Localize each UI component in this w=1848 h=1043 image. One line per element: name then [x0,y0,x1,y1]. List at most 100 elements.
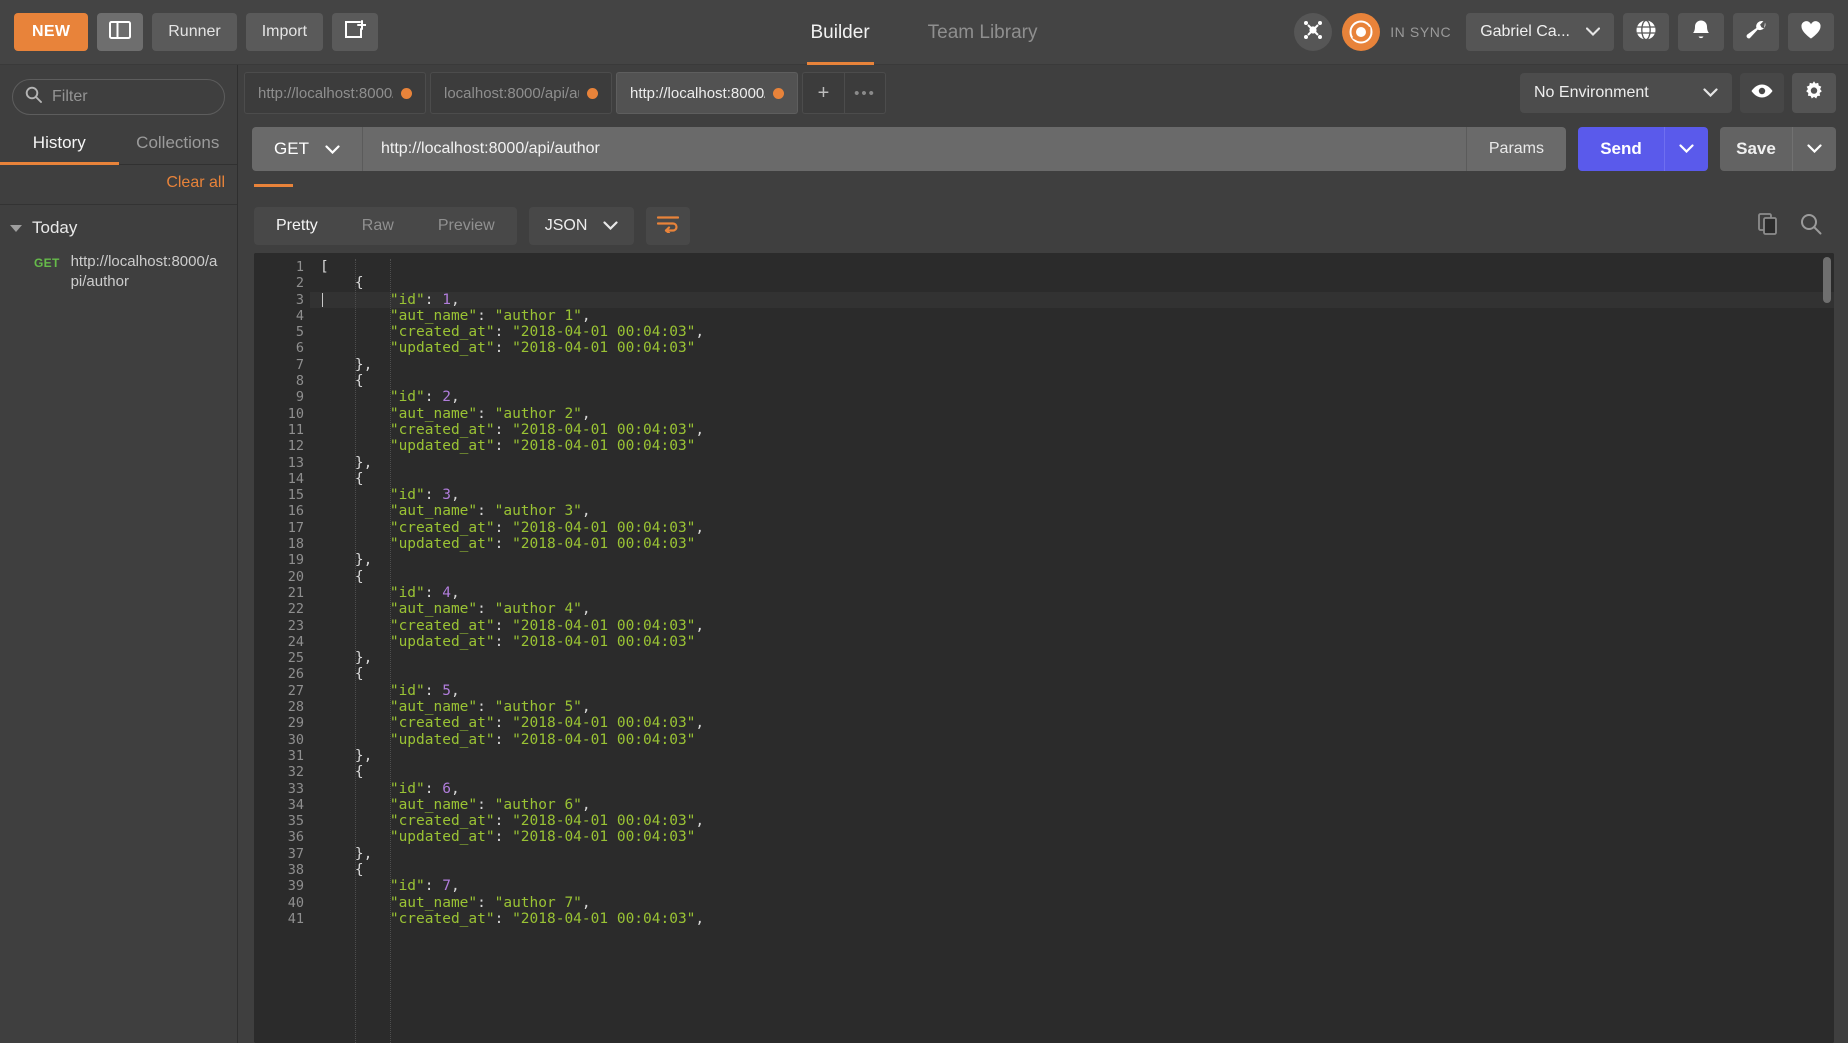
code-line: "created_at": "2018-04-01 00:04:03", [320,324,705,341]
clear-all-button[interactable]: Clear all [166,174,225,192]
view-mode-pretty[interactable]: Pretty [254,207,340,245]
line-number: 23 [287,617,304,634]
sidebar-tab-collections-label: Collections [136,133,220,152]
sidebar-tab-collections[interactable]: Collections [119,125,238,164]
line-number: 6 [295,340,304,357]
code-line: }, [320,454,373,471]
line-number: 33 [287,780,304,797]
list-item[interactable]: GET http://localhost:8000/api/author [0,246,237,300]
response-language-select[interactable]: JSON [528,207,635,245]
code-line: "id": 7, [320,878,460,895]
response-tab-cookies[interactable]: Cookies [321,177,410,187]
request-tab-1[interactable]: http://localhost:8000/ [244,72,426,114]
heart-icon [1800,20,1822,45]
sidebar-tab-history[interactable]: History [0,125,119,165]
response-tab-test-results[interactable]: Test Results [528,177,649,187]
view-mode-preview[interactable]: Preview [416,207,517,245]
response-format-toolbar: Pretty Raw Preview JSON [238,199,1848,253]
line-number: 38 [254,862,319,878]
history-group-today[interactable]: Today [0,205,237,246]
bug-report-button[interactable] [1294,13,1333,51]
new-window-plus-icon [344,19,368,45]
line-number: 30 [287,731,304,748]
response-tab-headers[interactable]: Headers (6) [410,177,528,187]
code-line: "aut_name": "author 3", [320,503,591,520]
request-tab-list: http://localhost:8000/ localhost:8000/ap… [244,72,1506,114]
code-line: "created_at": "2018-04-01 00:04:03", [320,910,705,927]
search-response-button[interactable] [1800,213,1822,240]
globe-button[interactable] [1623,13,1669,51]
code-line: }, [320,650,373,667]
copy-icon [1758,212,1778,240]
request-tab-3[interactable]: http://localhost:8000/ [616,72,798,114]
params-button[interactable]: Params [1465,127,1566,171]
eye-icon [1750,83,1774,104]
view-mode-raw[interactable]: Raw [340,207,416,245]
code-line: "updated_at": "2018-04-01 00:04:03" [320,633,696,650]
line-number: 36 [287,829,304,846]
environment-area: No Environment [1506,73,1848,113]
notifications-button[interactable] [1678,13,1724,51]
copy-response-button[interactable] [1758,212,1778,240]
response-tab-body[interactable]: Body [254,177,321,187]
import-button[interactable]: Import [245,13,324,51]
chevron-down-icon [1807,140,1822,158]
line-number: 17 [287,519,304,536]
globe-icon [1635,19,1657,46]
http-method-select[interactable]: GET [252,127,362,171]
word-wrap-toggle[interactable] [646,207,691,245]
environment-settings-button[interactable] [1792,73,1836,113]
environment-quick-look-button[interactable] [1740,73,1784,113]
history-group-label: Today [32,218,78,237]
app-body: History Collections Clear all Today GET … [0,65,1848,1043]
line-number: 15 [287,487,304,504]
url-input[interactable] [381,140,1448,158]
main-panel: http://localhost:8000/ localhost:8000/ap… [238,65,1848,1043]
postman-app-window: NEW Runner Import Builder Team Library I… [0,0,1848,1043]
code-line: "created_at": "2018-04-01 00:04:03", [320,421,705,438]
sidebar-layout-icon [109,20,132,44]
sidebar-toggle-button[interactable] [97,13,144,51]
response-body-editor[interactable]: 1 2 3 4 5 6 7 8 9 10 11 12 13 14 15 16 17 18 19 20 21 22 23 24 2… [254,253,1834,1043]
line-number: 10 [287,405,304,422]
save-button[interactable]: Save [1720,127,1792,171]
history-item-url: http://localhost:8000/api/author [70,253,218,290]
code-line: }, [320,552,373,569]
ellipsis-icon: ••• [854,84,876,102]
editor-scrollbar-thumb[interactable] [1823,257,1831,303]
save-options-button[interactable] [1792,127,1836,171]
code-line: "updated_at": "2018-04-01 00:04:03" [320,536,696,553]
environment-select[interactable]: No Environment [1520,73,1732,113]
save-button-label: Save [1736,139,1776,158]
runner-button[interactable]: Runner [152,13,237,51]
line-number: 16 [287,503,304,520]
favorites-button[interactable] [1788,13,1834,51]
tab-team-library[interactable]: Team Library [924,0,1042,65]
line-number: 2 [254,275,319,291]
code-line: "created_at": "2018-04-01 00:04:03", [320,813,705,830]
editor-code-surface[interactable]: [ { "id": 1, "aut_name": "author 1", "cr… [310,253,1834,1043]
request-tab-more-button[interactable]: ••• [844,72,886,114]
editor-vertical-scrollbar[interactable] [1823,257,1831,1039]
new-button[interactable]: NEW [14,13,89,51]
tab-builder[interactable]: Builder [806,0,874,65]
line-number: 9 [295,389,304,406]
code-line: { [320,764,364,781]
code-line: "aut_name": "author 5", [320,699,591,716]
code-line: "id": 6, [320,780,460,797]
user-menu-button[interactable]: Gabriel Ca... [1466,13,1614,51]
search-input[interactable] [52,88,212,106]
send-button[interactable]: Send [1578,127,1664,171]
request-tab-2[interactable]: localhost:8000/api/au [430,72,612,114]
filter-box[interactable] [12,79,225,115]
add-request-tab-button[interactable]: + [802,72,844,114]
send-options-button[interactable] [1664,127,1708,171]
chevron-down-icon [603,217,618,235]
params-button-label: Params [1488,140,1544,157]
code-line: "aut_name": "author 1", [320,307,591,324]
new-window-button[interactable] [332,13,379,51]
line-number: 1 [254,259,319,275]
line-number: 26 [254,666,319,682]
bug-icon [1302,19,1324,46]
settings-wrench-button[interactable] [1733,13,1779,51]
